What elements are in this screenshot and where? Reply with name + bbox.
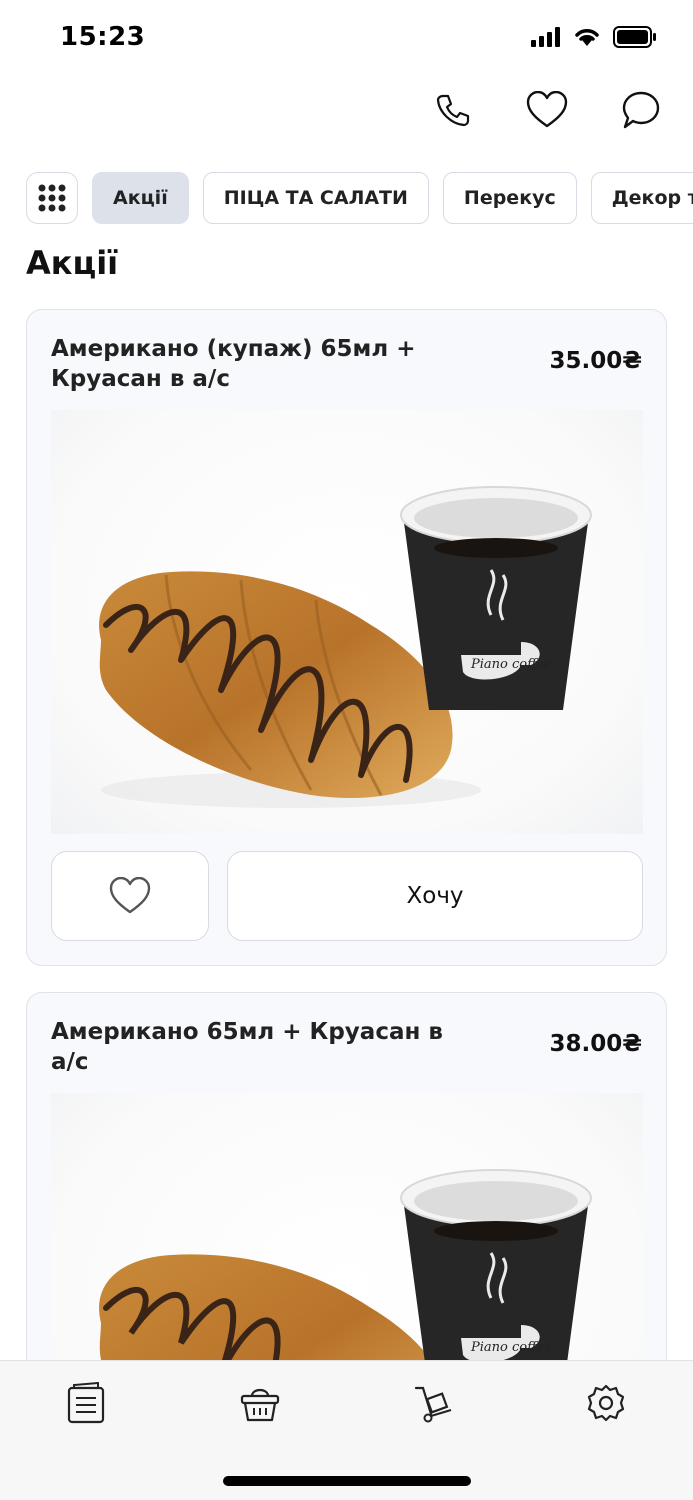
battery-icon <box>613 26 656 48</box>
category-chip-decor[interactable]: Декор то <box>590 172 693 224</box>
basket-icon <box>240 1388 280 1422</box>
home-indicator[interactable] <box>223 1476 471 1486</box>
chat-button[interactable] <box>617 86 665 134</box>
product-image[interactable]: Piano coffee <box>51 410 643 834</box>
nav-basket[interactable] <box>230 1373 290 1433</box>
product-header: Американо (купаж) 65мл + Круасан в а/с 3… <box>27 310 666 410</box>
add-to-favorites-button[interactable] <box>51 851 209 941</box>
croissant <box>99 571 453 798</box>
signal-icon <box>531 27 560 47</box>
heart-icon <box>109 877 151 914</box>
cup-brand-label: Piano coffee <box>470 1340 552 1355</box>
all-categories-button[interactable] <box>26 172 78 224</box>
bottom-nav <box>0 1360 693 1500</box>
coffee-cup: Piano coffee <box>400 486 592 710</box>
chat-icon <box>622 91 660 129</box>
cup-brand-label: Piano coffee <box>470 657 552 672</box>
category-bar: Акції ПІЦА ТА САЛАТИ Перекус Декор то <box>26 172 693 226</box>
delivery-cart-icon <box>414 1386 452 1423</box>
nav-delivery[interactable] <box>404 1373 464 1433</box>
favorites-button[interactable] <box>523 86 571 134</box>
product-title: Американо 65мл + Круасан в а/с <box>51 1019 443 1075</box>
nav-menu[interactable] <box>56 1373 116 1433</box>
settings-icon <box>587 1384 625 1422</box>
status-time: 15:23 <box>60 22 146 52</box>
status-bar: 15:23 <box>0 0 693 76</box>
product-actions: Хочу <box>51 851 643 941</box>
product-card[interactable]: Американо (купаж) 65мл + Круасан в а/с 3… <box>26 309 667 966</box>
grid-icon <box>38 184 66 212</box>
product-title: Американо (купаж) 65мл + Круасан в а/с <box>51 336 416 392</box>
phone-button[interactable] <box>429 86 477 134</box>
status-icons <box>531 26 657 48</box>
nav-settings[interactable] <box>576 1373 636 1433</box>
product-price: 38.00₴ <box>549 1031 642 1057</box>
heart-icon <box>526 91 568 128</box>
product-price: 35.00₴ <box>549 348 642 374</box>
menu-icon <box>67 1382 105 1424</box>
header-actions <box>429 86 665 134</box>
croissant-coffee-illustration: Piano coffee <box>99 486 592 808</box>
section-title: Акції <box>26 244 119 282</box>
wifi-icon <box>575 29 599 46</box>
category-chip-snack[interactable]: Перекус <box>442 172 577 224</box>
category-chip-pizza-salads[interactable]: ПІЦА ТА САЛАТИ <box>202 172 429 224</box>
phone-icon <box>436 94 470 127</box>
want-button[interactable]: Хочу <box>227 851 643 941</box>
product-header: Американо 65мл + Круасан в а/с 38.00₴ <box>27 993 666 1093</box>
category-chip-promotions[interactable]: Акції <box>92 172 189 224</box>
